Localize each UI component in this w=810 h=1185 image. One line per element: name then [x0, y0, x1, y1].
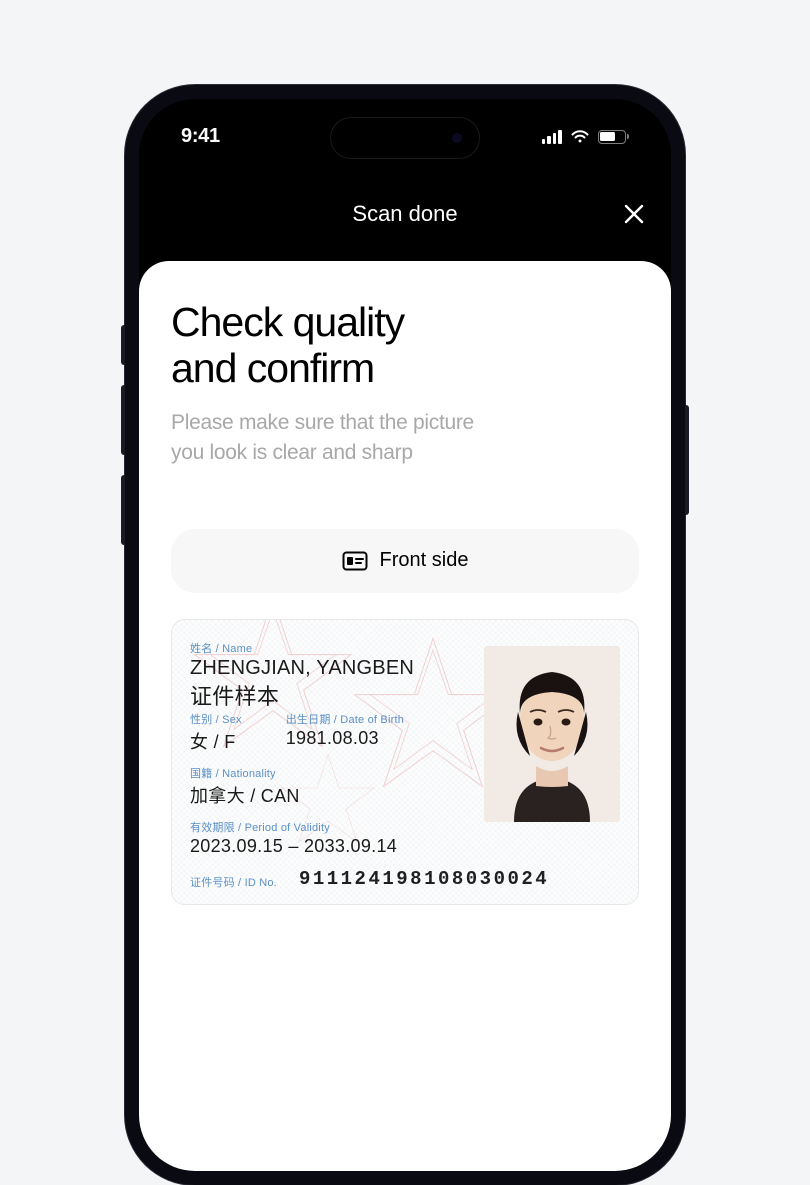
header-title: Scan done — [352, 201, 457, 227]
id-dob-value: 1981.08.03 — [286, 728, 404, 749]
id-nationality-value: 加拿大 / CAN — [190, 782, 468, 808]
id-name-cn: 证件样本 — [190, 679, 468, 711]
dynamic-island — [330, 117, 480, 159]
id-card-preview[interactable]: 姓名 / Name ZHENGJIAN, YANGBEN 证件样本 性别 / S… — [171, 619, 639, 905]
id-validity-label: 有效期限 / Period of Validity — [190, 819, 468, 835]
id-photo — [484, 646, 620, 822]
volume-up-button — [121, 385, 125, 455]
id-sex-label: 性别 / Sex — [190, 711, 242, 727]
side-indicator[interactable]: Front side — [171, 529, 639, 593]
wifi-icon — [570, 129, 590, 144]
power-button — [685, 405, 689, 515]
status-icons — [542, 129, 630, 144]
page-subtitle: Please make sure that the picture you lo… — [171, 408, 639, 469]
id-sex-value: 女 / F — [190, 728, 242, 754]
volume-down-button — [121, 475, 125, 545]
close-icon — [623, 203, 645, 225]
id-nationality-label: 国籍 / Nationality — [190, 765, 468, 781]
battery-icon — [598, 130, 630, 144]
cellular-signal-icon — [542, 130, 562, 144]
id-validity-value: 2023.09.15 – 2033.09.14 — [190, 836, 468, 857]
id-name-label: 姓名 / Name — [190, 640, 468, 656]
id-fields: 姓名 / Name ZHENGJIAN, YANGBEN 证件样本 性别 / S… — [190, 640, 468, 857]
close-button[interactable] — [623, 203, 645, 225]
id-number-label: 证件号码 / ID No. — [190, 874, 277, 890]
status-time: 9:41 — [181, 125, 220, 148]
id-card-icon — [342, 551, 368, 571]
page-title: Check quality and confirm — [171, 299, 639, 392]
phone-frame: 9:41 Scan done — [125, 85, 685, 1185]
content-sheet: Check quality and confirm Please make su… — [139, 261, 671, 1171]
side-indicator-label: Front side — [380, 549, 469, 572]
id-dob-label: 出生日期 / Date of Birth — [286, 711, 404, 727]
silent-switch — [121, 325, 125, 365]
phone-screen: 9:41 Scan done — [139, 99, 671, 1171]
id-name-value: ZHENGJIAN, YANGBEN — [190, 657, 468, 680]
id-number-value: 911124198108030024 — [299, 868, 549, 890]
app-header: Scan done — [139, 189, 671, 239]
